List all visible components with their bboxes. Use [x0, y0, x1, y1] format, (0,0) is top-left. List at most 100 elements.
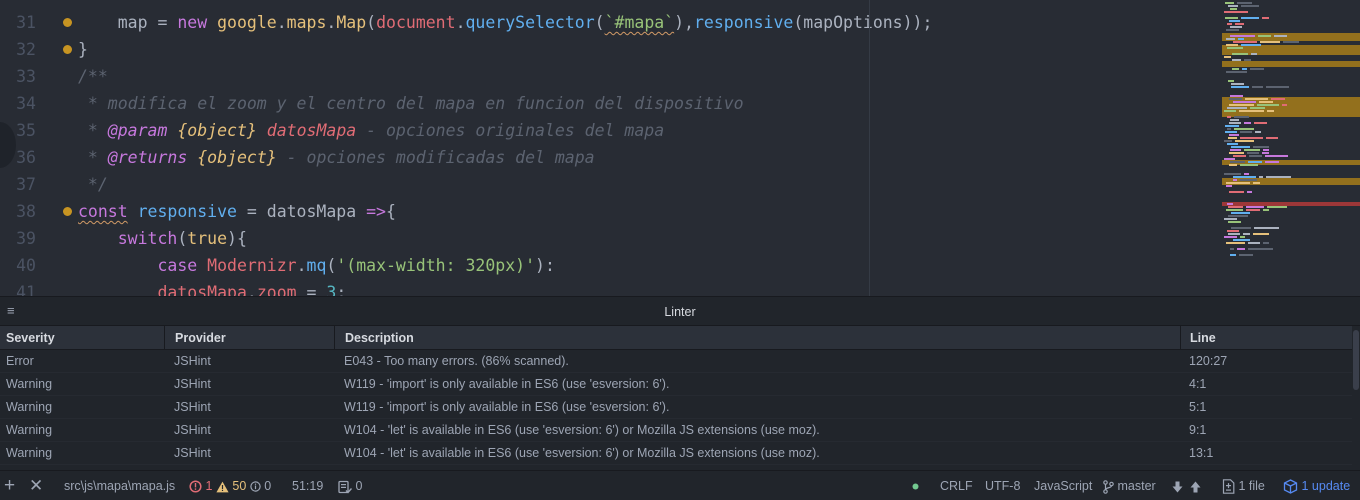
minimap-line — [1233, 41, 1257, 43]
code-line[interactable]: 40 case Modernizr.mq('(max-width: 320px)… — [0, 252, 1220, 279]
code-text[interactable]: case Modernizr.mq('(max-width: 320px)'): — [78, 252, 554, 279]
modified-line-dot-icon — [63, 18, 72, 27]
code-line[interactable]: 36 * @returns {object} - opciones modifi… — [0, 144, 1220, 171]
close-icon[interactable]: ✕ — [29, 471, 43, 500]
minimap-line — [1224, 56, 1231, 58]
column-header-severity[interactable]: Severity — [0, 326, 165, 350]
minimap[interactable] — [1222, 0, 1360, 296]
minimap-line — [1253, 182, 1260, 184]
linter-row[interactable]: Error JSHint E043 - Too many errors. (86% … — [0, 350, 1352, 373]
updates-indicator[interactable]: 1 update — [1283, 471, 1350, 500]
linter-summary[interactable]: 1 50 0 — [189, 471, 271, 500]
add-icon[interactable]: + — [4, 471, 15, 500]
line-cell[interactable]: 4:1 — [1189, 373, 1206, 396]
code-token: datosMapa — [157, 283, 247, 296]
column-header-provider[interactable]: Provider — [165, 326, 335, 350]
info-icon — [250, 481, 261, 492]
code-text[interactable]: datosMapa.zoom = 3; — [78, 279, 346, 296]
minimap-line — [1239, 110, 1264, 112]
hamburger-icon[interactable]: ≡ — [7, 303, 15, 318]
minimap-line — [1263, 149, 1269, 151]
code-token: Map — [336, 13, 367, 32]
encoding[interactable]: UTF-8 — [985, 471, 1020, 500]
line-number[interactable]: 36 — [0, 144, 36, 171]
code-line[interactable]: 31 map = new google.maps.Map(document.qu… — [0, 9, 1220, 36]
line-cell[interactable]: 9:1 — [1189, 419, 1206, 442]
file-path[interactable]: src\js\mapa\mapa.js — [64, 471, 175, 500]
minimap-line — [1228, 221, 1241, 223]
code-line[interactable]: 33 /** — [0, 63, 1220, 90]
line-number[interactable]: 40 — [0, 252, 36, 279]
linter-row[interactable]: Warning JSHint W104 - 'let' is available i… — [0, 419, 1352, 442]
line-number[interactable]: 39 — [0, 225, 36, 252]
code-text[interactable]: * @param {object} datosMapa - opciones o… — [78, 117, 664, 144]
minimap-line — [1254, 122, 1267, 124]
code-token: case — [157, 256, 198, 275]
code-text[interactable]: map = new google.maps.Map(document.query… — [78, 9, 933, 36]
line-number[interactable]: 33 — [0, 63, 36, 90]
line-cell[interactable]: 13:1 — [1189, 442, 1213, 465]
minimap-line — [1229, 98, 1242, 100]
minimap-line — [1228, 137, 1237, 139]
code-line[interactable]: 35 * @param {object} datosMapa - opcione… — [0, 117, 1220, 144]
minimap-line — [1228, 233, 1240, 235]
line-number[interactable]: 31 — [0, 9, 36, 36]
minimap-line — [1227, 128, 1231, 130]
code-text[interactable]: */ — [78, 171, 108, 198]
git-branch[interactable]: master — [1103, 471, 1156, 500]
line-number[interactable]: 35 — [0, 117, 36, 144]
linter-row[interactable]: Warning JSHint W119 - 'import' is only ava… — [0, 373, 1352, 396]
code-token: responsive — [137, 202, 237, 221]
line-number[interactable]: 38 — [0, 198, 36, 225]
code-line[interactable]: 34 * modifica el zoom y el centro del ma… — [0, 90, 1220, 117]
code-line[interactable]: 41 datosMapa.zoom = 3; — [0, 279, 1220, 296]
code-text[interactable]: * @returns {object} - opciones modificad… — [78, 144, 595, 171]
cursor-position[interactable]: 51:19 — [292, 471, 323, 500]
code-token: '(max-width: 320px)' — [336, 256, 536, 275]
column-header-description[interactable]: Description — [335, 326, 1181, 350]
code-text[interactable]: /** — [78, 63, 108, 90]
grammar-selector[interactable]: JavaScript — [1034, 471, 1092, 500]
linter-scroll-thumb[interactable] — [1353, 330, 1359, 390]
code-line[interactable]: 39 switch(true){ — [0, 225, 1220, 252]
linter-row[interactable]: Warning JSHint W104 - 'let' is available i… — [0, 442, 1352, 465]
minimap-line — [1230, 119, 1239, 121]
git-push-icon[interactable] — [1190, 471, 1201, 500]
minimap-line — [1248, 161, 1262, 163]
minimap-line — [1237, 248, 1245, 250]
line-ending[interactable]: CRLF — [940, 471, 973, 500]
provider-cell: JSHint — [174, 354, 211, 368]
code-token: * modifica el zoom y el centro del mapa … — [78, 94, 744, 113]
line-number[interactable]: 34 — [0, 90, 36, 117]
minimap-line — [1227, 203, 1233, 205]
line-cell[interactable]: 120:27 — [1189, 350, 1227, 373]
minimap-line — [1227, 23, 1232, 25]
changed-files[interactable]: 1 file — [1222, 471, 1265, 500]
wrap-guide — [869, 0, 870, 296]
code-text[interactable]: switch(true){ — [78, 225, 247, 252]
column-header-line[interactable]: Line — [1181, 326, 1352, 350]
code-text[interactable]: * modifica el zoom y el centro del mapa … — [78, 90, 744, 117]
code-token: . — [326, 13, 337, 32]
tasks-indicator[interactable]: 0 — [338, 471, 362, 500]
provider-cell: JSHint — [174, 423, 211, 437]
line-number[interactable]: 37 — [0, 171, 36, 198]
code-token: - opciones originales del mapa — [356, 121, 665, 140]
linter-row[interactable]: Warning JSHint W119 - 'import' is only ava… — [0, 396, 1352, 419]
minimap-line — [1229, 122, 1241, 124]
git-fetch-icon[interactable] — [1172, 471, 1183, 500]
code-text[interactable]: const responsive = datosMapa =>{ — [78, 198, 396, 225]
line-number[interactable]: 32 — [0, 36, 36, 63]
line-number[interactable]: 41 — [0, 279, 36, 296]
code-line[interactable]: 38 const responsive = datosMapa =>{ — [0, 198, 1220, 225]
minimap-line — [1240, 236, 1245, 238]
code-token: const — [78, 202, 128, 221]
code-text[interactable]: } — [78, 36, 88, 63]
minimap-line — [1230, 35, 1255, 37]
code-line[interactable]: 32} — [0, 36, 1220, 63]
line-cell[interactable]: 5:1 — [1189, 396, 1206, 419]
code-line[interactable]: 37 */ — [0, 171, 1220, 198]
code-editor[interactable]: 31 map = new google.maps.Map(document.qu… — [0, 0, 1360, 296]
